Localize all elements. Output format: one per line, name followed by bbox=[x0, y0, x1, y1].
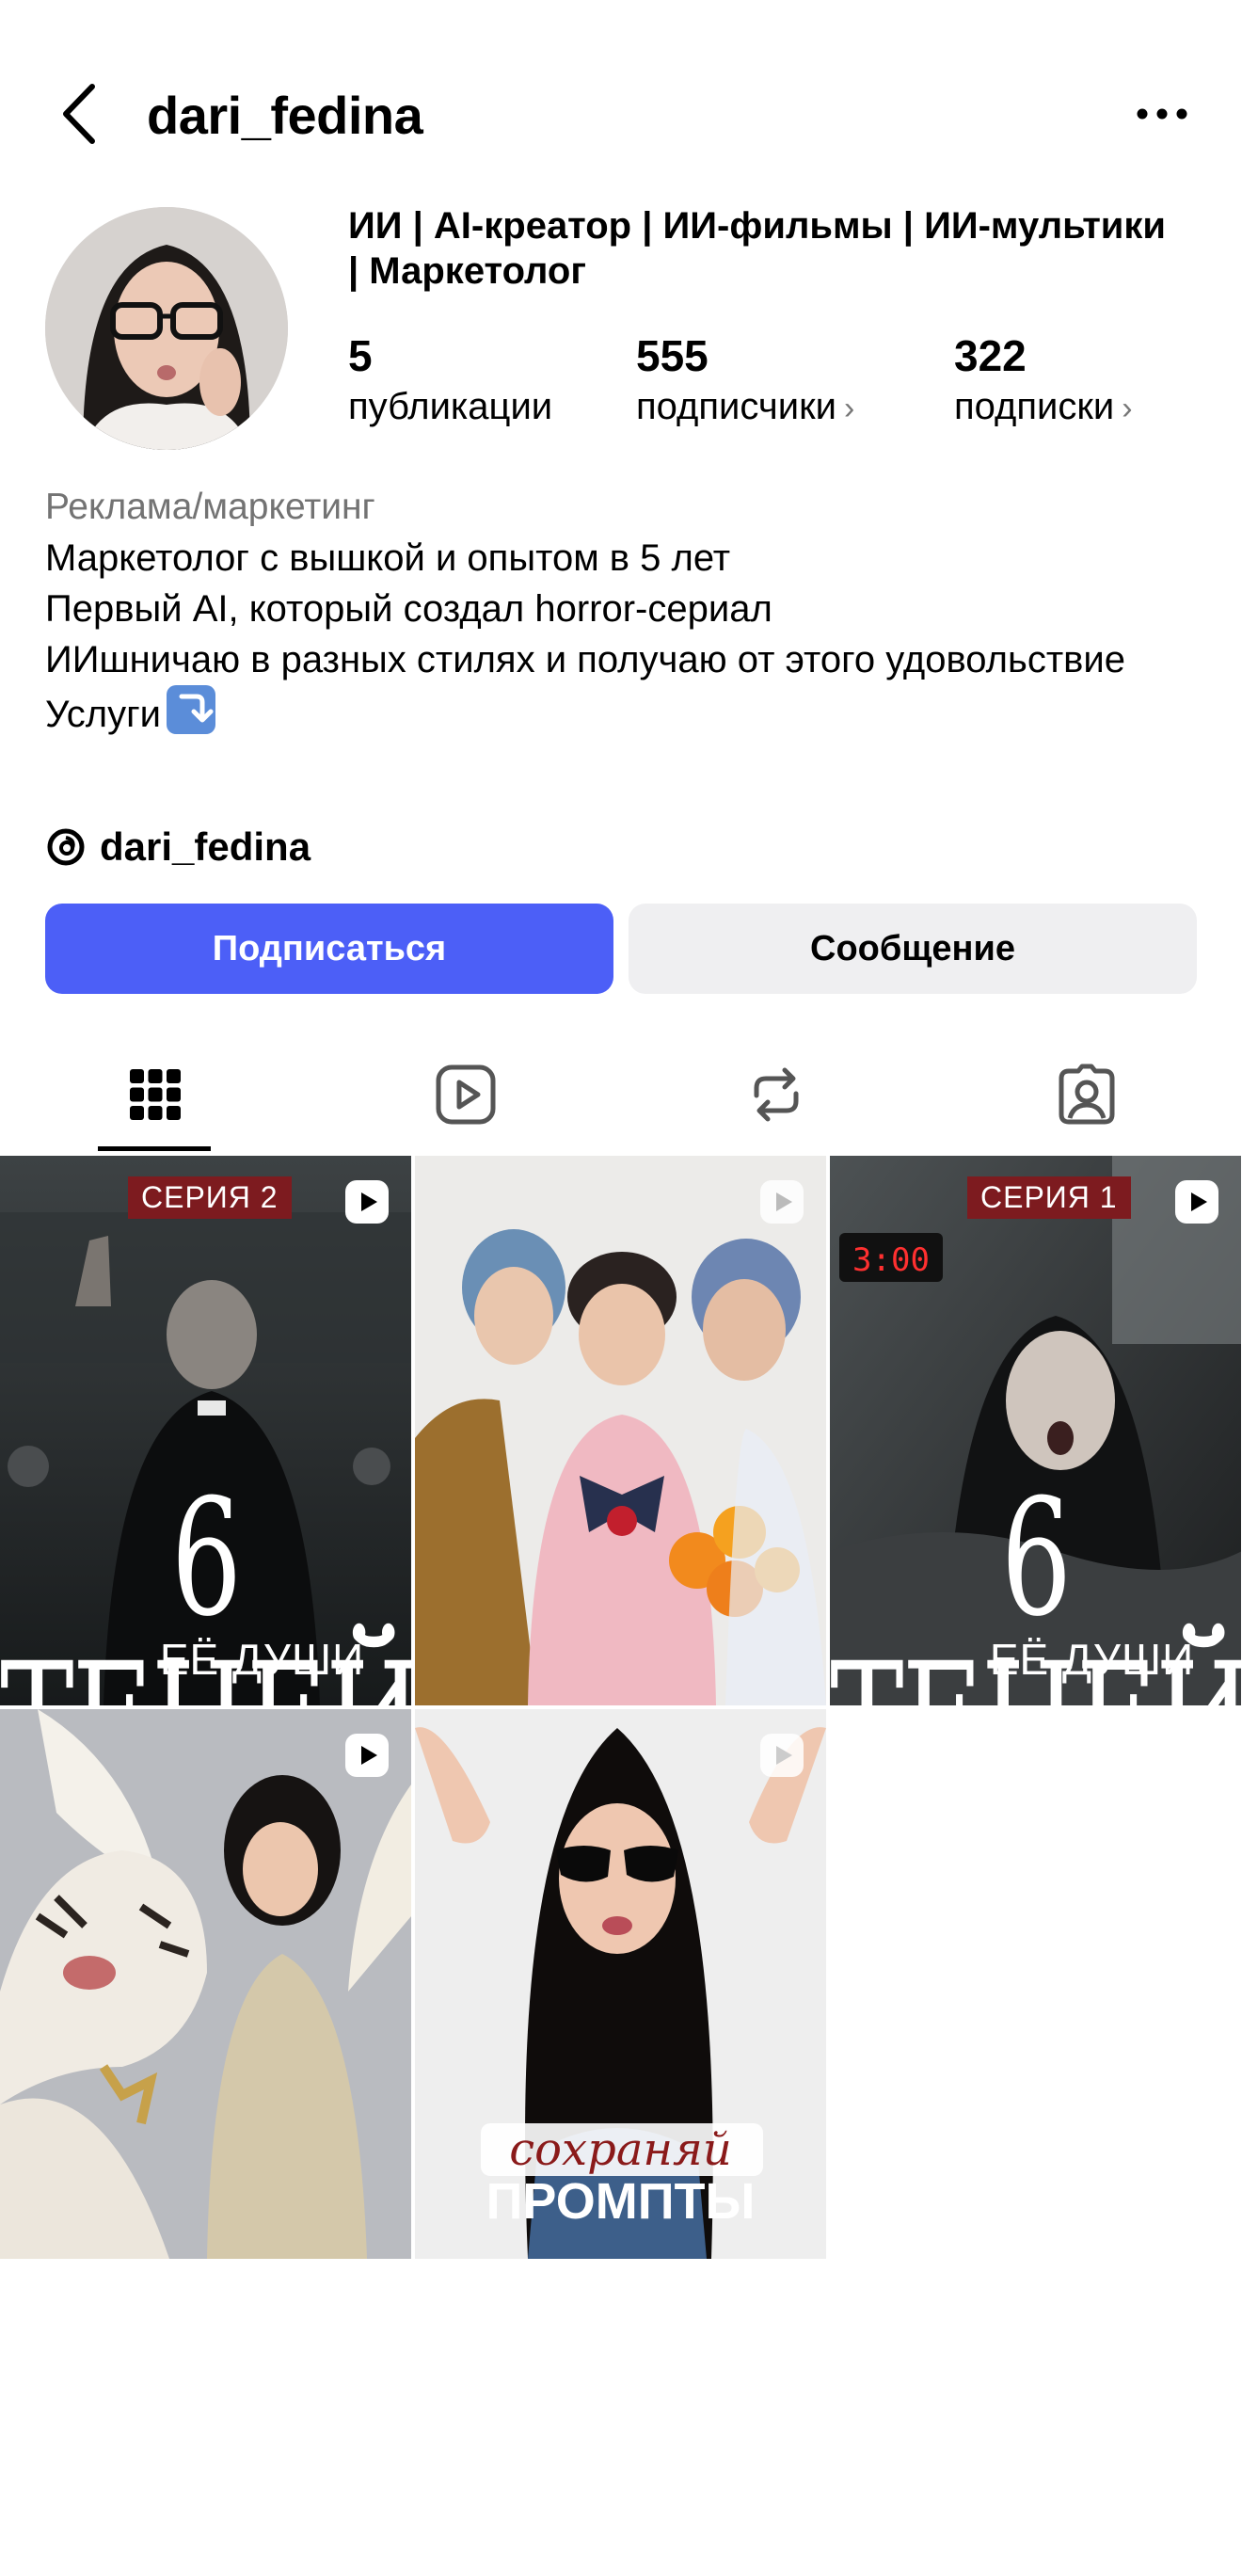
repost-icon bbox=[754, 1067, 799, 1122]
bio-services: Услуги bbox=[45, 694, 162, 735]
series-tag: СЕРИЯ 1 bbox=[967, 1176, 1131, 1219]
more-options-button[interactable] bbox=[1129, 90, 1195, 137]
bio-line: ИИшничаю в разных стилях и получаю от эт… bbox=[45, 639, 1126, 680]
post-tile[interactable]: 3:00 СЕРИЯ 1 6 ТЕНЕЙ ЕЁ ДУШИ bbox=[830, 1156, 1241, 1705]
tab-reels[interactable] bbox=[310, 1035, 621, 1154]
profile-avatar[interactable] bbox=[45, 207, 288, 450]
alarm-clock-time: 3:00 bbox=[852, 1241, 930, 1279]
followers-stat[interactable]: 555 подписчики › bbox=[636, 329, 854, 433]
tab-posts-grid[interactable] bbox=[0, 1035, 310, 1154]
bio-category: Реклама/маркетинг bbox=[45, 487, 375, 527]
arrow-down-emoji-icon bbox=[167, 685, 216, 734]
chevron-right-icon: › bbox=[1122, 391, 1133, 426]
post-tile[interactable] bbox=[415, 1156, 826, 1705]
more-dots-icon bbox=[1137, 108, 1187, 120]
back-button[interactable] bbox=[53, 81, 105, 147]
threads-handle: dari_fedina bbox=[100, 824, 311, 869]
chevron-right-icon: › bbox=[843, 391, 855, 426]
poster-subtitle: ЕЁ ДУШИ bbox=[159, 1635, 365, 1684]
profile-username-title: dari_fedina bbox=[147, 86, 423, 145]
post-tile[interactable]: СЕРИЯ 2 6 ТЕНЕЙ ЕЁ ДУШИ bbox=[0, 1156, 411, 1705]
avatar-portrait-icon bbox=[45, 207, 288, 450]
following-stat[interactable]: 322 подписки › bbox=[954, 329, 1133, 433]
reel-badge-icon bbox=[760, 1180, 804, 1224]
threads-icon bbox=[47, 828, 85, 866]
post-image-three-women bbox=[415, 1156, 826, 1705]
threads-link[interactable]: dari_fedina bbox=[45, 819, 310, 875]
post-image-tiger-angel bbox=[0, 1709, 411, 2259]
grid-icon bbox=[130, 1069, 181, 1120]
profile-tabs bbox=[0, 1035, 1242, 1154]
tab-reposts[interactable] bbox=[621, 1035, 932, 1154]
poster-subtitle: ЕЁ ДУШИ bbox=[989, 1635, 1195, 1684]
reel-badge-icon bbox=[1175, 1180, 1218, 1224]
top-bar: dari_fedina bbox=[0, 56, 1242, 169]
reel-badge-icon bbox=[345, 1180, 389, 1224]
tagged-person-icon bbox=[1059, 1064, 1115, 1125]
chevron-left-icon bbox=[63, 84, 95, 144]
poster-title: сохраняй bbox=[509, 2123, 732, 2176]
profile-bio: Реклама/маркетинг Маркетолог с вышкой и … bbox=[45, 482, 1202, 740]
bio-line: Первый AI, который создал horror-сериал bbox=[45, 588, 772, 630]
posts-label: публикации bbox=[348, 386, 553, 427]
message-button[interactable]: Сообщение bbox=[629, 904, 1197, 994]
reel-badge-icon bbox=[760, 1734, 804, 1777]
active-tab-indicator bbox=[98, 1146, 211, 1151]
series-tag: СЕРИЯ 2 bbox=[128, 1176, 292, 1219]
followers-count: 555 bbox=[636, 331, 709, 380]
follow-button[interactable]: Подписаться bbox=[45, 904, 613, 994]
following-label: подписки bbox=[954, 386, 1115, 427]
poster-subtitle: ПРОМПТЫ bbox=[486, 2173, 756, 2230]
bio-line: Маркетолог с вышкой и опытом в 5 лет bbox=[45, 537, 731, 579]
reels-play-icon bbox=[436, 1064, 496, 1125]
post-tile[interactable] bbox=[0, 1709, 411, 2259]
posts-count-stat: 5 публикации bbox=[348, 329, 552, 431]
post-tile[interactable]: сохраняй ПРОМПТЫ bbox=[415, 1709, 826, 2259]
profile-display-name: ИИ | AI-креатор | ИИ-фильмы | ИИ-мультик… bbox=[348, 205, 1166, 292]
followers-label: подписчики bbox=[636, 386, 836, 427]
following-count: 322 bbox=[954, 331, 1027, 380]
posts-count: 5 bbox=[348, 331, 373, 380]
tab-tagged[interactable] bbox=[932, 1035, 1242, 1154]
reel-badge-icon bbox=[345, 1734, 389, 1777]
